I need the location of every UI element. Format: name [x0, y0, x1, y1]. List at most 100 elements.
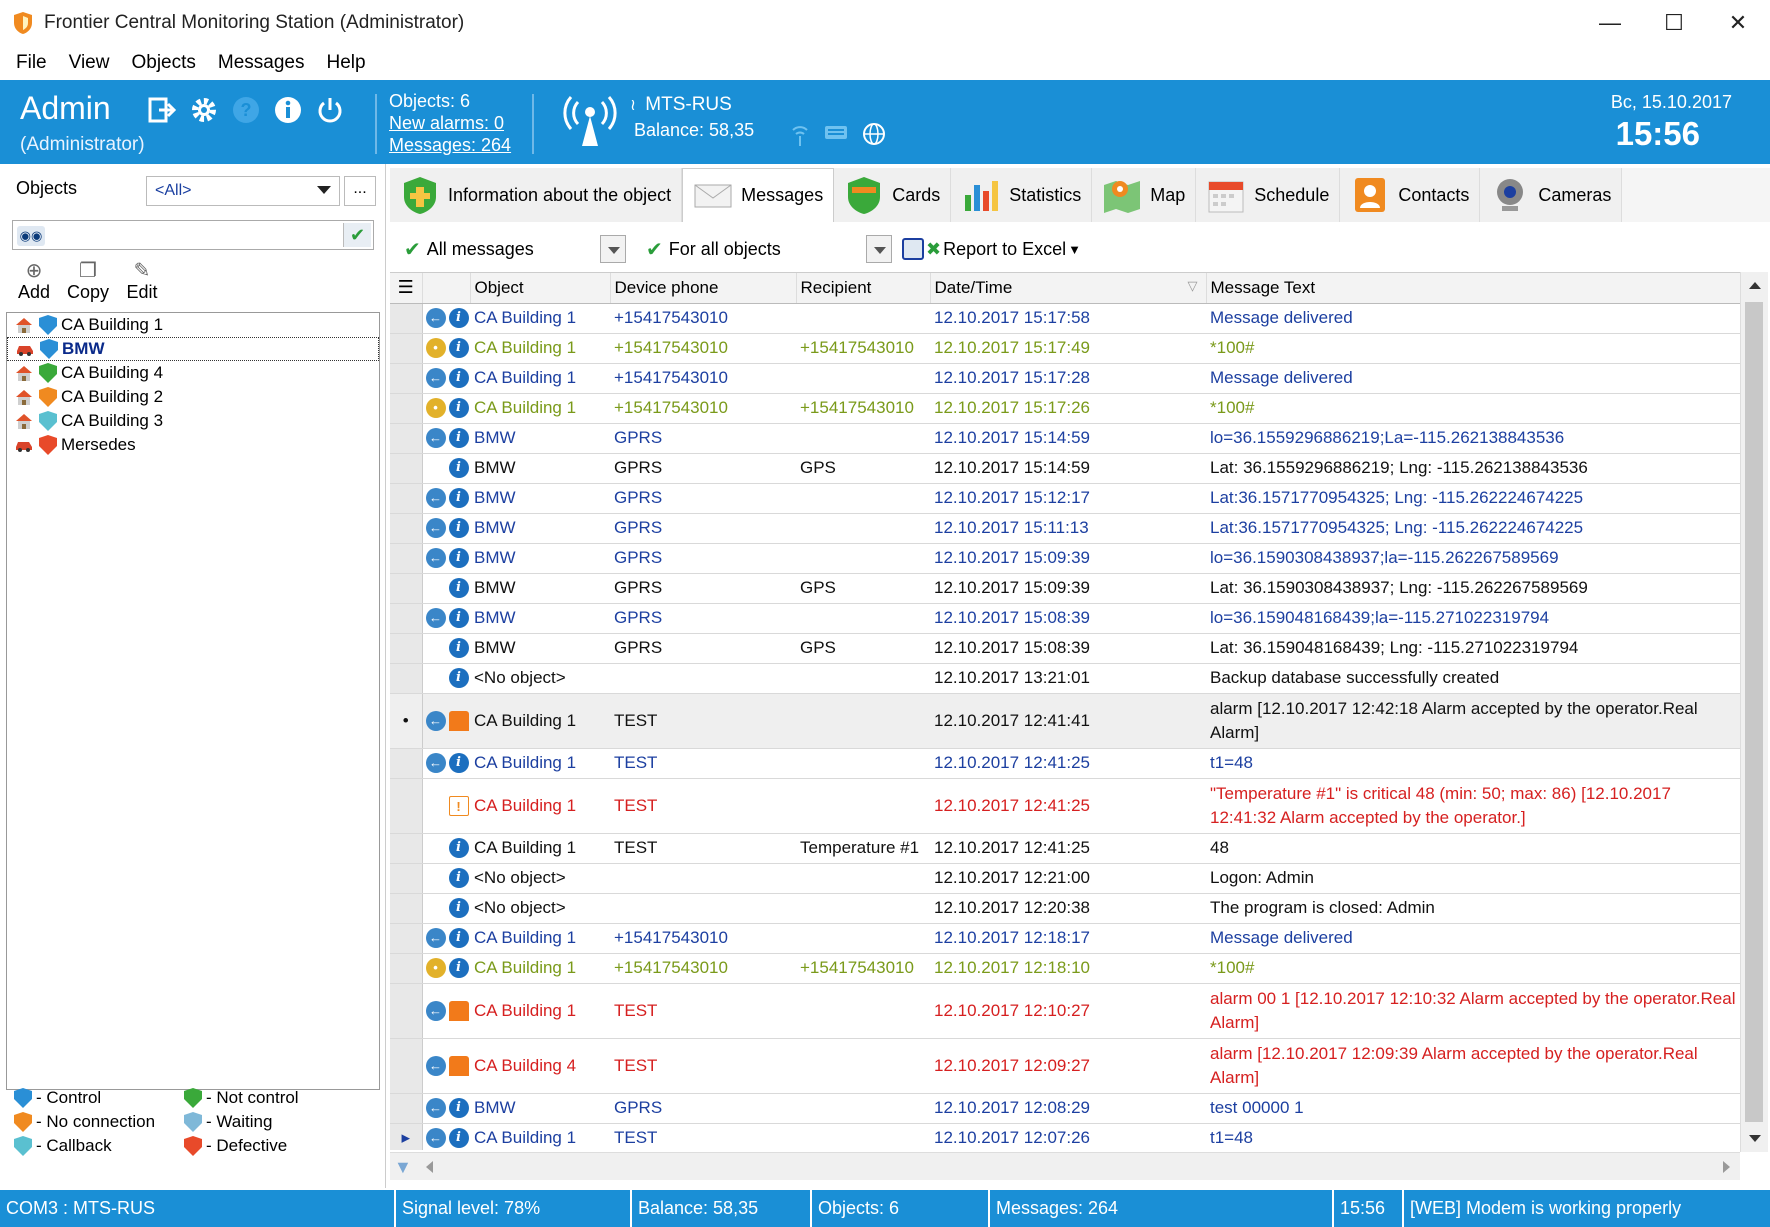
- column-header-object[interactable]: Object: [470, 273, 611, 304]
- row-indicator[interactable]: [390, 393, 423, 424]
- scroll-up-icon[interactable]: [1749, 282, 1761, 289]
- table-row[interactable]: i <No object> 12.10.2017 12:20:38 The progr…: [390, 893, 1740, 924]
- tab-schedule[interactable]: Schedule: [1196, 168, 1341, 222]
- table-row[interactable]: ← CA Building 1 TEST 12.10.2017 12:10:27 ala…: [390, 983, 1740, 1039]
- table-row[interactable]: ▸ ← i CA Building 1 TEST 12.10.2017 12:07:26 t…: [390, 1123, 1740, 1150]
- row-indicator[interactable]: [390, 663, 423, 694]
- column-header-recipient[interactable]: Recipient: [796, 273, 931, 304]
- messages-link[interactable]: Messages: 264: [389, 134, 511, 156]
- row-indicator[interactable]: [390, 573, 423, 604]
- object-scope-select[interactable]: ✔ For all objects: [646, 233, 892, 265]
- row-indicator[interactable]: [390, 893, 423, 924]
- table-row[interactable]: ! CA Building 1 TEST 12.10.2017 12:41:25 "Te…: [390, 778, 1740, 834]
- power-icon[interactable]: [314, 94, 346, 126]
- info-icon[interactable]: [272, 94, 304, 126]
- table-row[interactable]: i BMW GPRS GPS 12.10.2017 15:09:39 Lat: 36.15…: [390, 573, 1740, 604]
- tree-item[interactable]: CA Building 2: [7, 385, 379, 409]
- scroll-right-icon[interactable]: [1723, 1161, 1730, 1173]
- table-row[interactable]: • ← CA Building 1 TEST 12.10.2017 12:41:41 al…: [390, 693, 1740, 749]
- table-row[interactable]: ← i CA Building 1 +15417543010 12.10.2017 12…: [390, 923, 1740, 954]
- edit-object-button[interactable]: ✎ Edit: [120, 258, 164, 303]
- table-row[interactable]: i BMW GPRS GPS 12.10.2017 15:08:39 Lat: 36.15…: [390, 633, 1740, 664]
- row-indicator[interactable]: [390, 333, 423, 364]
- table-row[interactable]: ← i BMW GPRS 12.10.2017 15:08:39 lo=36.159048…: [390, 603, 1740, 634]
- row-indicator[interactable]: •: [390, 693, 423, 749]
- table-row[interactable]: ← i BMW GPRS 12.10.2017 15:09:39 lo=36.159030…: [390, 543, 1740, 574]
- object-search-input[interactable]: ◉◉ ✔: [12, 220, 374, 250]
- row-indicator[interactable]: [390, 483, 423, 514]
- column-header-message-text[interactable]: Message Text: [1206, 273, 1740, 304]
- close-button[interactable]: ✕: [1706, 0, 1770, 46]
- table-row[interactable]: ← i BMW GPRS 12.10.2017 15:14:59 lo=36.155929…: [390, 423, 1740, 454]
- new-alarms-link[interactable]: New alarms: 0: [389, 112, 511, 134]
- row-indicator[interactable]: [390, 603, 423, 634]
- column-header-datetime[interactable]: Date/Time ▽: [930, 273, 1207, 304]
- objects-more-button[interactable]: ...: [344, 176, 376, 206]
- row-indicator[interactable]: [390, 513, 423, 544]
- grid-corner-menu[interactable]: ☰: [390, 273, 423, 304]
- table-row[interactable]: i CA Building 1 TEST Temperature #1 12.10.20…: [390, 833, 1740, 864]
- row-indicator[interactable]: [390, 953, 423, 984]
- scroll-down-icon[interactable]: [1749, 1135, 1761, 1142]
- tree-item[interactable]: BMW: [7, 337, 379, 361]
- tab-information[interactable]: Information about the object: [390, 168, 683, 222]
- tree-item[interactable]: CA Building 4: [7, 361, 379, 385]
- tree-item[interactable]: CA Building 3: [7, 409, 379, 433]
- minimize-button[interactable]: —: [1578, 0, 1642, 46]
- row-indicator[interactable]: [390, 833, 423, 864]
- row-indicator[interactable]: [390, 863, 423, 894]
- table-row[interactable]: ← i CA Building 1 +15417543010 12.10.2017 15…: [390, 303, 1740, 334]
- row-indicator[interactable]: [390, 363, 423, 394]
- maximize-button[interactable]: ☐: [1642, 0, 1706, 46]
- menu-view[interactable]: View: [65, 52, 114, 74]
- scroll-left-icon[interactable]: [426, 1161, 433, 1173]
- tab-map[interactable]: Map: [1092, 168, 1197, 222]
- row-indicator[interactable]: [390, 923, 423, 954]
- logout-icon[interactable]: [146, 94, 178, 126]
- apply-search-button[interactable]: ✔: [343, 223, 371, 247]
- copy-object-button[interactable]: ❐ Copy: [66, 258, 110, 303]
- table-row[interactable]: ← i CA Building 1 +15417543010 12.10.2017 15…: [390, 363, 1740, 394]
- table-row[interactable]: ← i CA Building 1 TEST 12.10.2017 12:41:25 t1…: [390, 748, 1740, 779]
- table-row[interactable]: i BMW GPRS GPS 12.10.2017 15:14:59 Lat: 36.15…: [390, 453, 1740, 484]
- column-header-device-phone[interactable]: Device phone: [610, 273, 797, 304]
- table-row[interactable]: ← CA Building 4 TEST 12.10.2017 12:09:27 ala…: [390, 1038, 1740, 1094]
- table-row[interactable]: ← i BMW GPRS 12.10.2017 15:11:13 Lat:36.15717…: [390, 513, 1740, 544]
- row-indicator[interactable]: [390, 633, 423, 664]
- row-indicator[interactable]: [390, 543, 423, 574]
- menu-objects[interactable]: Objects: [127, 52, 199, 74]
- row-indicator[interactable]: [390, 423, 423, 454]
- menu-help[interactable]: Help: [323, 52, 370, 74]
- message-type-select[interactable]: ✔ All messages: [404, 233, 626, 265]
- tab-cameras[interactable]: Cameras: [1480, 168, 1623, 222]
- menu-messages[interactable]: Messages: [214, 52, 309, 74]
- row-indicator[interactable]: ▸: [390, 1123, 423, 1150]
- row-indicator[interactable]: [390, 303, 423, 334]
- filter-funnel-icon[interactable]: ▼: [394, 1157, 412, 1178]
- row-indicator[interactable]: [390, 778, 423, 834]
- tree-item[interactable]: Mersedes: [7, 433, 379, 457]
- tab-messages[interactable]: Messages: [682, 168, 835, 222]
- row-indicator[interactable]: [390, 1038, 423, 1094]
- horizontal-scrollbar[interactable]: ▼: [390, 1152, 1740, 1180]
- tab-contacts[interactable]: Contacts: [1340, 168, 1481, 222]
- row-indicator[interactable]: [390, 1093, 423, 1124]
- row-indicator[interactable]: [390, 453, 423, 484]
- row-indicator[interactable]: [390, 748, 423, 779]
- scroll-thumb[interactable]: [1745, 302, 1763, 1122]
- table-row[interactable]: i <No object> 12.10.2017 13:21:01 Backup da…: [390, 663, 1740, 694]
- tab-cards[interactable]: Cards: [834, 168, 952, 222]
- table-row[interactable]: • i CA Building 1 +15417543010 +15417543010 1…: [390, 953, 1740, 984]
- table-row[interactable]: • i CA Building 1 +15417543010 +15417543010 1…: [390, 393, 1740, 424]
- add-object-button[interactable]: ⊕ Add: [12, 258, 56, 303]
- help-icon[interactable]: ?: [230, 94, 262, 126]
- vertical-scrollbar[interactable]: [1740, 272, 1768, 1152]
- tab-statistics[interactable]: Statistics: [951, 168, 1093, 222]
- report-excel-button[interactable]: ✖ Report to Excel ▼: [902, 233, 1081, 265]
- gear-icon[interactable]: [188, 94, 220, 126]
- row-indicator[interactable]: [390, 983, 423, 1039]
- table-row[interactable]: i <No object> 12.10.2017 12:21:00 Logon: Ad…: [390, 863, 1740, 894]
- objects-filter-select[interactable]: <All>: [146, 176, 340, 206]
- menu-file[interactable]: File: [12, 52, 51, 74]
- table-row[interactable]: • i CA Building 1 +15417543010 +15417543010 1…: [390, 333, 1740, 364]
